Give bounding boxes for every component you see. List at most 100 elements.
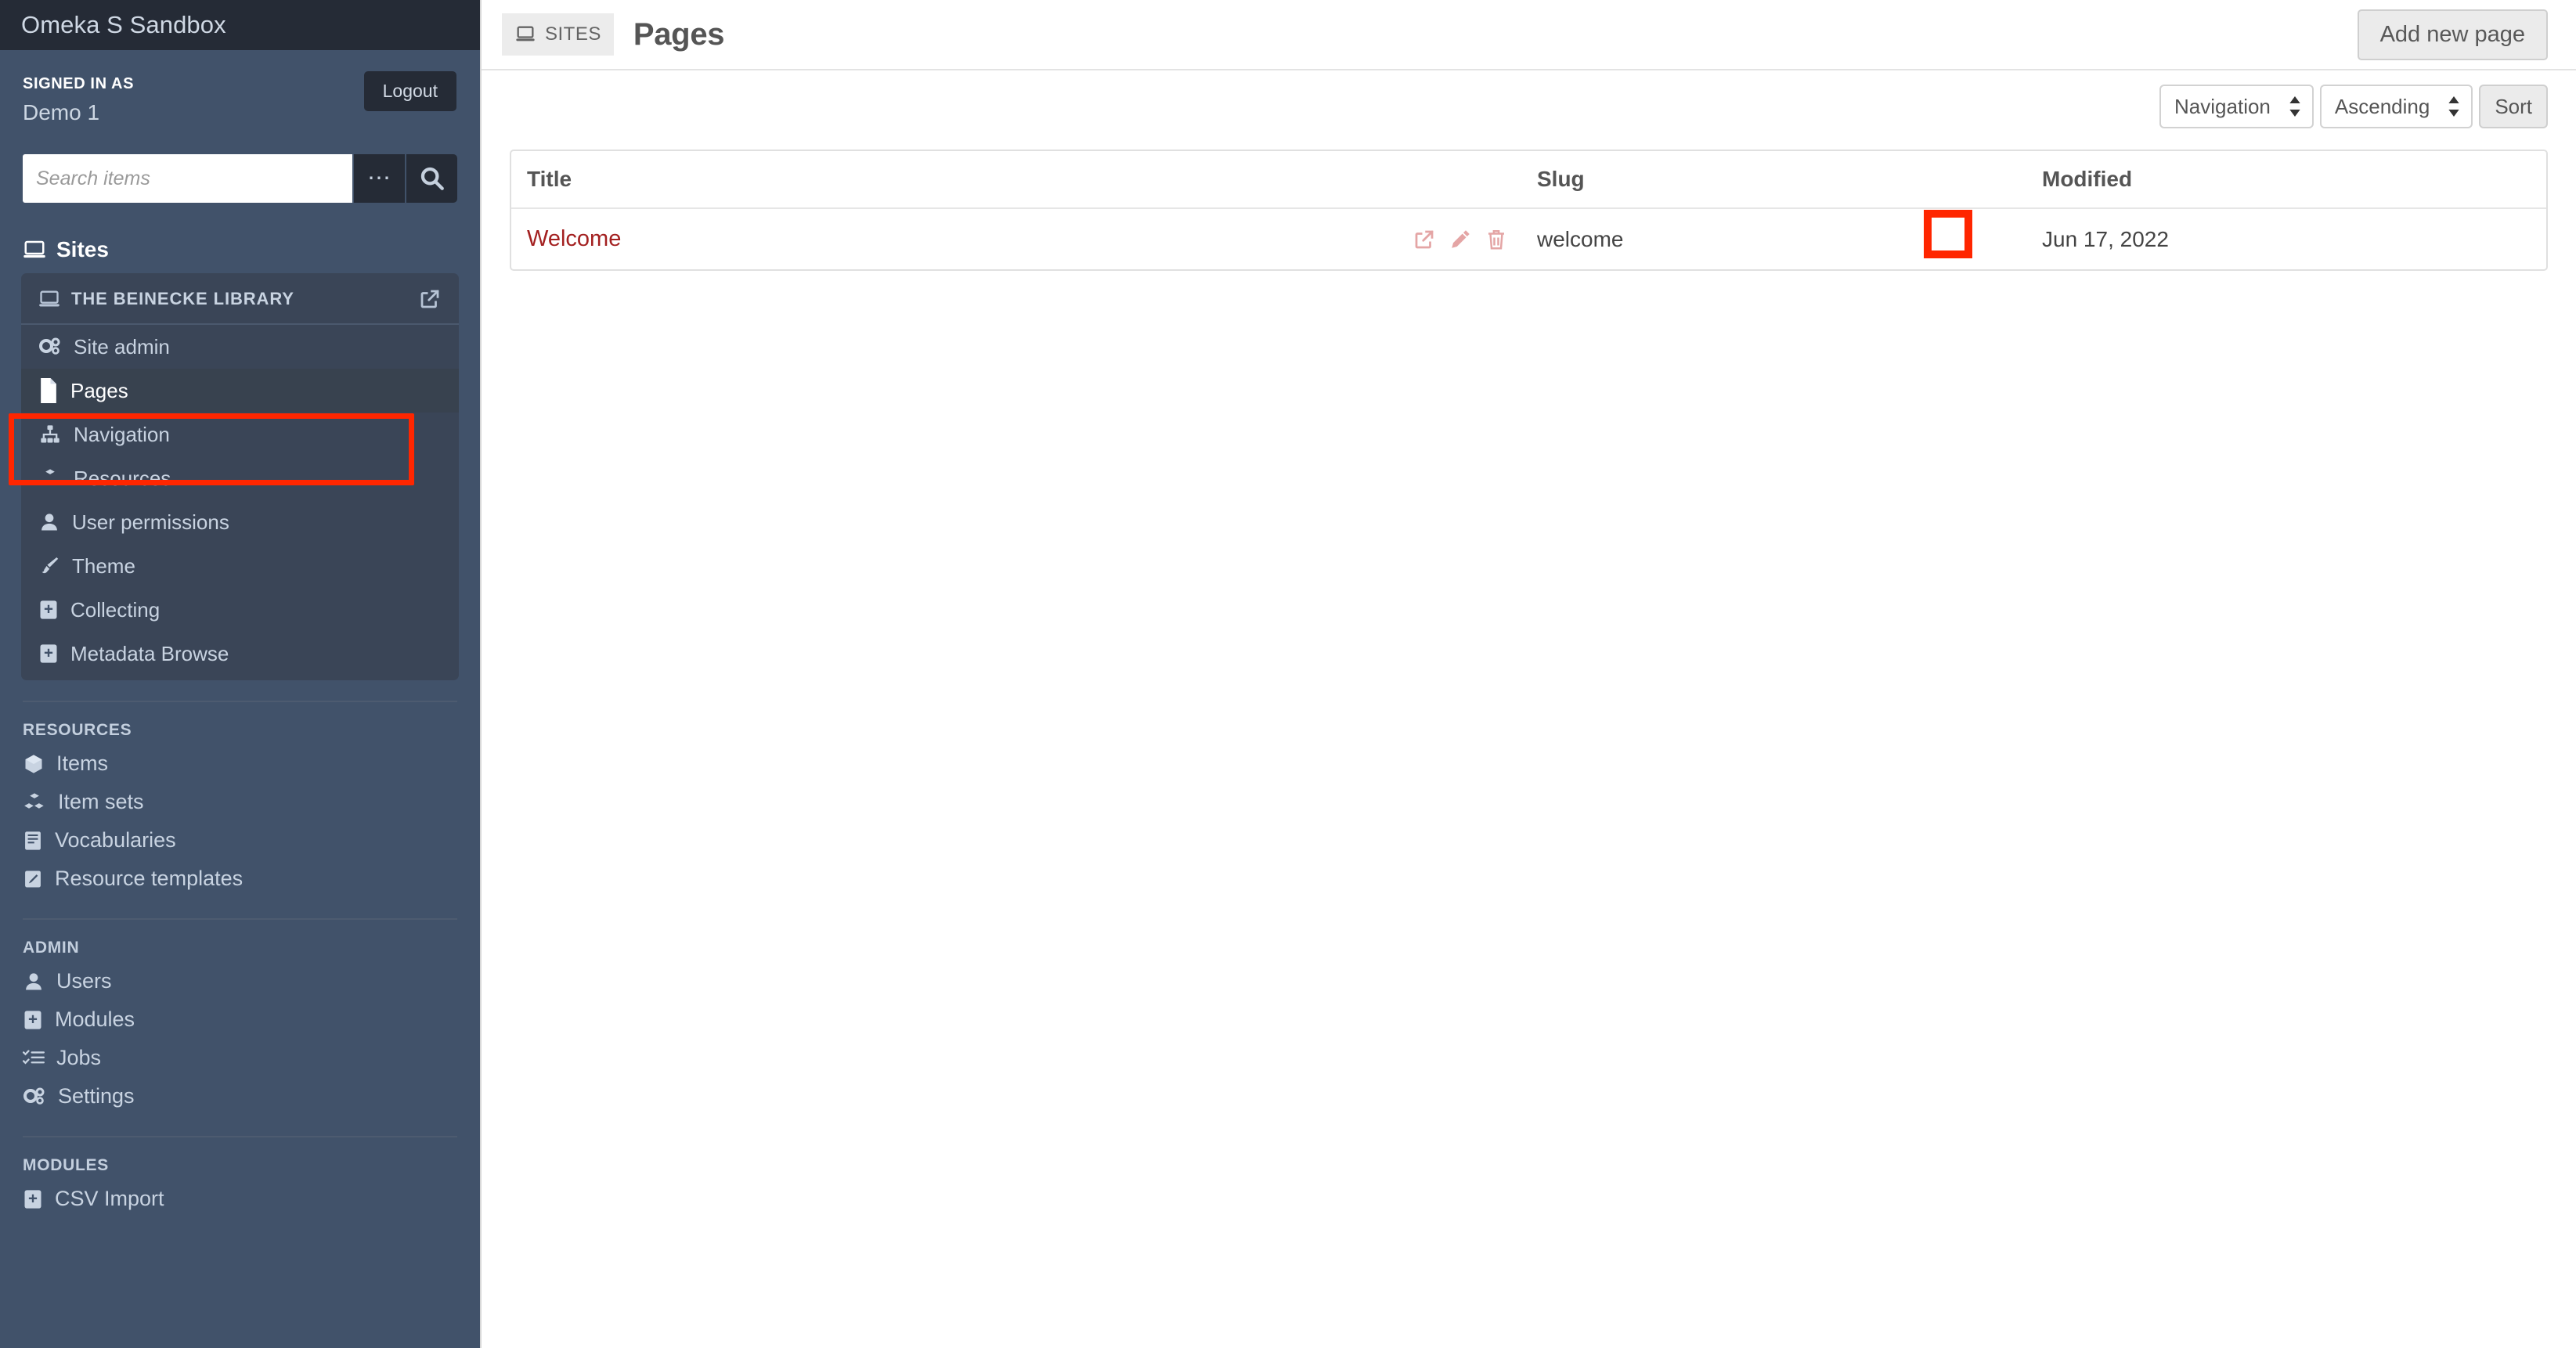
view-page-icon[interactable] bbox=[1410, 225, 1438, 254]
sidebar-item-label: CSV Import bbox=[55, 1187, 164, 1210]
page-title: Pages bbox=[633, 16, 725, 52]
site-panel: THE BEINECKE LIBRARY Site admin Pages Na… bbox=[21, 273, 459, 680]
sidebar-item-label: Site admin bbox=[74, 335, 170, 359]
sort-bar: Navigation Ascending Sort bbox=[482, 70, 2576, 128]
sidebar-item-pages[interactable]: Pages bbox=[21, 369, 459, 413]
site-panel-header: THE BEINECKE LIBRARY bbox=[21, 273, 459, 325]
column-header-slug[interactable]: Slug bbox=[1521, 151, 2026, 209]
book-icon bbox=[23, 830, 43, 852]
gears-icon bbox=[38, 337, 62, 357]
laptop-icon bbox=[23, 238, 46, 261]
sites-heading-label: Sites bbox=[56, 237, 109, 261]
search-row: ⋯ bbox=[23, 154, 457, 203]
search-input[interactable] bbox=[23, 154, 352, 203]
sidebar-item-user-permissions[interactable]: User permissions bbox=[21, 500, 459, 544]
sidebar: Omeka S Sandbox SIGNED IN AS Demo 1 Logo… bbox=[0, 0, 480, 1348]
table-body: Welcome welcome Jun 17, 2022 bbox=[511, 208, 2546, 269]
sort-direction-select[interactable]: Ascending bbox=[2319, 85, 2473, 128]
sidebar-item-metadata-browse[interactable]: Metadata Browse bbox=[21, 632, 459, 676]
sidebar-item-navigation[interactable]: Navigation bbox=[21, 413, 459, 456]
sitemap-icon bbox=[38, 424, 62, 445]
sidebar-item-label: Collecting bbox=[70, 598, 161, 622]
sidebar-group-label-admin: ADMIN bbox=[23, 939, 80, 957]
sort-button[interactable]: Sort bbox=[2479, 85, 2548, 128]
table-head: Title Slug Modified bbox=[511, 151, 2546, 209]
sidebar-item-label: Jobs bbox=[56, 1046, 102, 1069]
sites-section-heading: Sites bbox=[0, 237, 480, 262]
edit-page-icon[interactable] bbox=[1446, 225, 1474, 254]
search-icon bbox=[419, 165, 446, 192]
ellipsis-icon: ⋯ bbox=[367, 165, 391, 191]
cube-icon bbox=[23, 753, 45, 775]
puzzle-icon bbox=[38, 599, 59, 621]
puzzle-icon bbox=[23, 1188, 43, 1210]
gears-icon bbox=[23, 1087, 46, 1107]
sidebar-item-settings[interactable]: Settings bbox=[0, 1077, 480, 1116]
brand-title: Omeka S Sandbox bbox=[21, 11, 226, 38]
pages-table-element: Title Slug Modified Welcome welcome Jun … bbox=[511, 151, 2546, 269]
sidebar-item-jobs[interactable]: Jobs bbox=[0, 1039, 480, 1077]
sidebar-item-label: User permissions bbox=[72, 510, 229, 534]
user-icon bbox=[23, 971, 45, 993]
sidebar-item-collecting[interactable]: Collecting bbox=[21, 588, 459, 632]
advanced-search-button[interactable]: ⋯ bbox=[352, 154, 405, 203]
sidebar-item-resource-templates[interactable]: Resource templates bbox=[0, 860, 480, 898]
main-content: SITES Pages Add new page Navigation Asce… bbox=[480, 0, 2576, 1348]
app-root: Omeka S Sandbox SIGNED IN AS Demo 1 Logo… bbox=[0, 0, 2576, 1348]
user-icon bbox=[38, 511, 60, 533]
sort-caret-icon bbox=[2288, 96, 2302, 117]
sidebar-item-label: Items bbox=[56, 751, 109, 775]
sidebar-item-label: Item sets bbox=[58, 790, 144, 813]
sidebar-item-label: Settings bbox=[58, 1084, 135, 1108]
add-new-page-button[interactable]: Add new page bbox=[2357, 9, 2548, 60]
puzzle-icon bbox=[23, 1009, 43, 1031]
search-submit-button[interactable] bbox=[405, 154, 457, 203]
sidebar-item-label: Metadata Browse bbox=[70, 642, 229, 665]
sidebar-item-resources[interactable]: Resources bbox=[21, 456, 459, 500]
column-header-title[interactable]: Title bbox=[511, 151, 1521, 209]
page-header: SITES Pages Add new page bbox=[482, 0, 2576, 70]
pages-table: Title Slug Modified Welcome welcome Jun … bbox=[510, 150, 2548, 271]
file-icon bbox=[38, 378, 59, 403]
paintbrush-icon bbox=[38, 555, 60, 577]
sidebar-item-vocabularies[interactable]: Vocabularies bbox=[0, 821, 480, 860]
external-link-icon[interactable] bbox=[418, 287, 442, 311]
brand-bar: Omeka S Sandbox bbox=[0, 0, 480, 50]
sidebar-item-label: Resources bbox=[74, 467, 171, 490]
site-panel-title: THE BEINECKE LIBRARY bbox=[71, 289, 294, 308]
sidebar-item-item-sets[interactable]: Item sets bbox=[0, 783, 480, 821]
user-block: SIGNED IN AS Demo 1 Logout bbox=[0, 50, 480, 125]
cell-modified: Jun 17, 2022 bbox=[2042, 226, 2169, 251]
column-header-modified[interactable]: Modified bbox=[2026, 151, 2546, 209]
sort-by-select[interactable]: Navigation bbox=[2159, 85, 2314, 128]
sidebar-item-items[interactable]: Items bbox=[0, 744, 480, 783]
sidebar-item-users[interactable]: Users bbox=[0, 962, 480, 1000]
cubes-icon bbox=[23, 791, 46, 813]
sidebar-item-label: Navigation bbox=[74, 423, 170, 446]
sidebar-item-label: Users bbox=[56, 969, 112, 993]
breadcrumb-label: SITES bbox=[545, 23, 601, 45]
laptop-icon bbox=[38, 288, 60, 310]
sort-by-value: Navigation bbox=[2174, 94, 2271, 118]
cubes-icon bbox=[38, 467, 62, 489]
sidebar-item-site-admin[interactable]: Site admin bbox=[21, 325, 459, 369]
tasks-icon bbox=[23, 1048, 45, 1069]
sidebar-group-label-modules: MODULES bbox=[23, 1156, 109, 1174]
cell-slug: welcome bbox=[1537, 226, 1624, 251]
sidebar-item-theme[interactable]: Theme bbox=[21, 544, 459, 588]
sidebar-item-csv-import[interactable]: CSV Import bbox=[0, 1180, 480, 1218]
logout-button[interactable]: Logout bbox=[363, 71, 456, 111]
cell-title: Welcome bbox=[511, 208, 1521, 269]
breadcrumb[interactable]: SITES bbox=[502, 13, 614, 56]
sidebar-item-label: Modules bbox=[55, 1007, 135, 1031]
pencil-square-icon bbox=[23, 868, 43, 890]
sidebar-item-label: Theme bbox=[72, 554, 135, 578]
sort-caret-icon bbox=[2447, 96, 2461, 117]
sidebar-item-label: Vocabularies bbox=[55, 828, 176, 852]
delete-page-icon[interactable] bbox=[1482, 225, 1510, 254]
laptop-icon bbox=[514, 23, 536, 45]
page-title-link[interactable]: Welcome bbox=[527, 226, 621, 251]
sidebar-item-modules[interactable]: Modules bbox=[0, 1000, 480, 1039]
sort-direction-value: Ascending bbox=[2334, 94, 2430, 118]
sidebar-group-label-resources: RESOURCES bbox=[23, 721, 132, 739]
